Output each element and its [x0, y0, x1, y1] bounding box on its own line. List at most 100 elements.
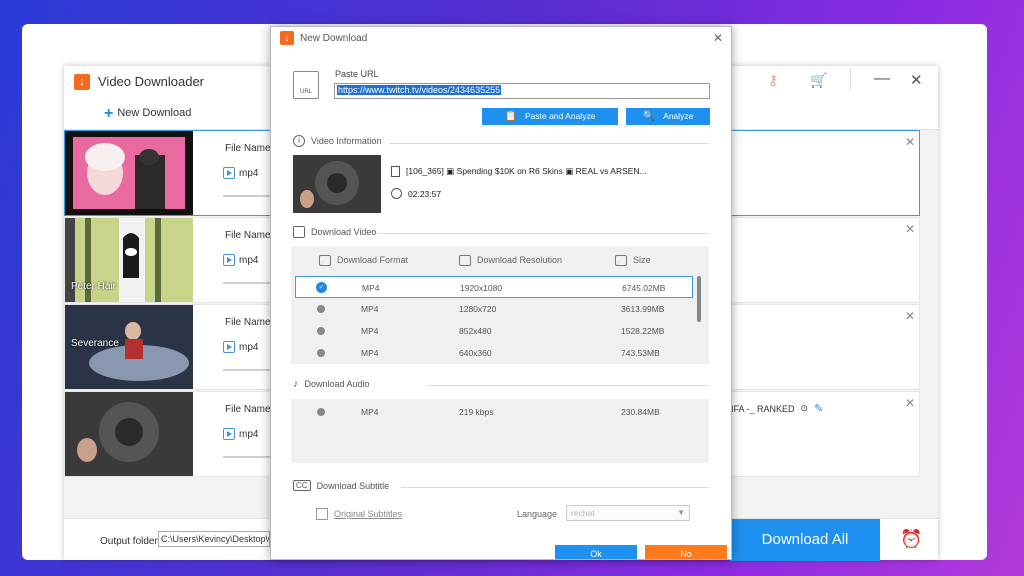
download-video-heading: Download Video	[293, 226, 376, 238]
remove-item-icon[interactable]: ✕	[905, 309, 915, 323]
paste-and-analyze-button[interactable]: 📋 Paste and Analyze	[482, 108, 618, 125]
alarm-clock-icon[interactable]: ⏰	[900, 529, 922, 550]
analyze-button[interactable]: 🔍 Analyze	[626, 108, 710, 125]
remove-item-icon[interactable]: ✕	[905, 135, 915, 149]
dialog-title-bar: ↓ New Download ✕	[271, 27, 731, 49]
video-title-text: IFA -_ RANKED	[731, 403, 795, 414]
divider	[401, 487, 709, 488]
progress-bar	[223, 282, 273, 284]
download-audio-heading-text: Download Audio	[304, 379, 370, 389]
progress-bar	[223, 195, 273, 197]
edit-icon[interactable]: ✎	[814, 402, 823, 415]
format-value: mp4	[239, 341, 259, 353]
remove-item-icon[interactable]: ✕	[905, 222, 915, 236]
audio-option-row[interactable]: MP4 219 kbps 230.84MB	[295, 401, 693, 423]
video-options-table: Download Format Download Resolution Size…	[291, 246, 709, 364]
option-size: 1528.22MB	[621, 326, 665, 336]
option-resolution: 1280x720	[459, 304, 497, 314]
clipboard-icon: 📋	[504, 111, 518, 122]
column-header-size: Size	[615, 246, 651, 274]
language-label: Language	[517, 509, 558, 519]
video-thumbnail	[65, 392, 193, 476]
download-video-heading-text: Download Video	[311, 227, 377, 237]
ok-button[interactable]: Ok	[555, 545, 637, 559]
option-format: MP4	[361, 304, 379, 314]
file-name-label: File Name:	[225, 230, 274, 241]
video-duration-text: 02:23:57	[408, 188, 442, 199]
option-size: 230.84MB	[621, 407, 660, 417]
video-icon	[293, 226, 305, 238]
download-all-button[interactable]: Download All	[730, 519, 880, 561]
format-selector[interactable]: mp4	[223, 167, 258, 179]
title-divider	[850, 68, 851, 90]
video-option-row[interactable]: ✓ MP4 1920x1080 6745.02MB	[295, 276, 693, 298]
language-select[interactable]: rechat ▼	[566, 505, 690, 521]
new-download-label: New Download	[117, 107, 192, 119]
cc-icon: CC	[293, 480, 311, 491]
option-format: MP4	[361, 348, 379, 358]
download-subtitle-heading-text: Download Subtitle	[316, 480, 390, 491]
progress-bar	[223, 456, 273, 458]
video-format-icon	[223, 428, 235, 440]
format-icon	[319, 254, 331, 266]
close-button[interactable]: ✕	[910, 71, 923, 89]
cart-icon[interactable]: 🛒	[810, 72, 827, 89]
analyze-label: Analyze	[663, 111, 694, 121]
output-folder-label: Output folder:	[100, 536, 161, 547]
video-thumbnail: Peter Hair	[65, 218, 193, 302]
format-selector[interactable]: mp4	[223, 254, 258, 266]
format-value: mp4	[239, 254, 259, 266]
remove-item-icon[interactable]: ✕	[905, 396, 915, 410]
selected-check-icon: ✓	[316, 282, 327, 293]
new-download-button[interactable]: + New Download	[104, 104, 192, 122]
no-button[interactable]: No	[645, 545, 727, 559]
format-selector[interactable]: mp4	[223, 428, 258, 440]
chevron-down-icon: ▼	[677, 508, 685, 517]
option-size: 743.53MB	[621, 348, 660, 358]
column-header-format-text: Download Format	[337, 255, 409, 265]
url-input[interactable]: https://www.twitch.tv/videos/2434635255	[334, 83, 710, 99]
file-name-label: File Name:	[225, 317, 274, 328]
video-option-row[interactable]: MP4 1280x720 3613.99MB	[295, 298, 693, 320]
scrollbar-thumb[interactable]	[697, 276, 701, 322]
video-title: [106_365] ▣ Spending $10K on R6 Skins ▣ …	[391, 166, 647, 177]
video-option-row[interactable]: MP4 852x480 1528.22MB	[295, 320, 693, 342]
format-value: mp4	[239, 428, 259, 440]
original-subtitles-checkbox[interactable]	[316, 508, 328, 520]
column-header-resolution-text: Download Resolution	[477, 255, 563, 265]
option-format: MP4	[361, 407, 379, 417]
clock-icon	[391, 188, 402, 199]
radio-dot	[317, 349, 325, 357]
download-audio-heading: ♪ Download Audio	[293, 378, 370, 390]
app-logo-icon: ↓	[74, 74, 90, 90]
url-file-icon: URL	[293, 71, 319, 99]
key-icon[interactable]: ⚷	[768, 72, 778, 89]
paste-and-analyze-label: Paste and Analyze	[525, 111, 596, 121]
minimize-button[interactable]: —	[874, 70, 890, 88]
option-resolution: 1920x1080	[460, 283, 503, 293]
dialog-close-button[interactable]: ✕	[713, 31, 723, 45]
divider	[389, 143, 709, 144]
search-icon: 🔍	[642, 111, 656, 122]
scrollbar[interactable]	[695, 276, 703, 362]
app-title: Video Downloader	[98, 74, 204, 89]
option-format: MP4	[362, 283, 380, 293]
video-format-icon	[223, 341, 235, 353]
new-download-dialog: ↓ New Download ✕ URL Paste URL https://w…	[270, 26, 732, 560]
original-subtitles-label[interactable]: Original Subtitles	[334, 509, 402, 519]
paste-url-label: Paste URL	[335, 69, 379, 79]
video-option-row[interactable]: MP4 640x360 743.53MB	[295, 342, 693, 364]
language-value: rechat	[571, 508, 595, 518]
output-folder-input[interactable]: C:\Users\Kevincy\Desktop\Ou	[158, 531, 270, 547]
radio-dot	[317, 305, 325, 313]
video-thumbnail	[65, 131, 193, 215]
video-format-icon	[223, 167, 235, 179]
dialog-title: New Download	[300, 33, 368, 44]
video-format-icon	[223, 254, 235, 266]
size-icon	[615, 254, 627, 266]
option-resolution: 852x480	[459, 326, 492, 336]
plus-icon: +	[104, 104, 114, 122]
format-selector[interactable]: mp4	[223, 341, 258, 353]
lock-icon: ⊙	[800, 403, 809, 413]
column-header-size-text: Size	[633, 255, 651, 265]
